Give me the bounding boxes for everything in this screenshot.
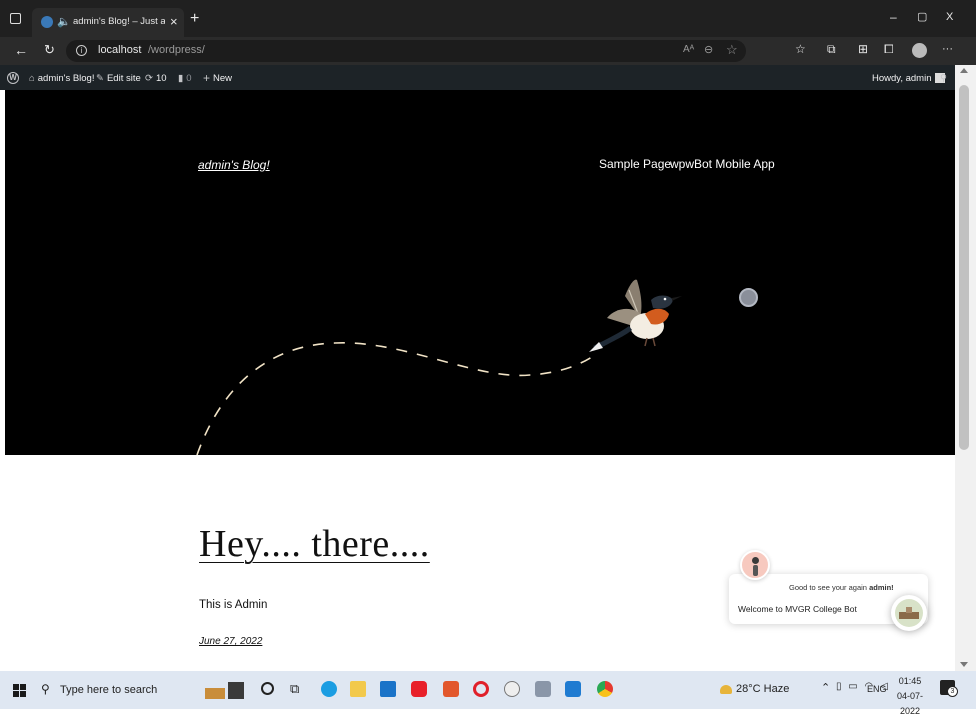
pencil-icon: ✎ [96, 72, 104, 84]
read-aloud-icon[interactable]: Aᴬ [683, 44, 694, 55]
language-indicator[interactable]: ENG [867, 684, 887, 694]
chatbot-launcher-button[interactable] [891, 595, 927, 631]
chrome-icon[interactable] [597, 681, 613, 697]
refresh-icon[interactable]: ↻ [44, 42, 55, 58]
new-label: New [213, 72, 233, 84]
weather-widget[interactable]: 28°C Haze [720, 683, 789, 695]
edit-site-label: Edit site [106, 72, 141, 84]
url-field[interactable]: i localhost /wordpress/ Aᴬ ⊖ ☆ [66, 40, 746, 62]
tab-title: admin's Blog! – Just anothe [73, 16, 165, 27]
app-circle-icon[interactable] [504, 681, 520, 697]
address-bar-row: ← ↻ i localhost /wordpress/ Aᴬ ⊖ ☆ ☆ ⧉ ⊞… [0, 37, 976, 65]
wordpress-logo-icon[interactable]: W [7, 71, 19, 85]
greeting-prefix: Good to see your again [789, 583, 870, 592]
comments-count: 0 [186, 72, 192, 84]
back-arrow-icon[interactable]: ← [14, 42, 28, 58]
youtube-icon[interactable] [411, 681, 427, 697]
updates-link[interactable]: ⟳ 10 [145, 71, 167, 85]
weather-text: 28°C Haze [736, 683, 790, 695]
dashed-flight-path [196, 342, 596, 455]
bot-avatar-icon [740, 550, 770, 580]
close-window-button[interactable]: X [946, 11, 953, 23]
post-title-link[interactable]: Hey.... there.... [199, 522, 430, 566]
admin-bar-search-icon[interactable]: ⚲ [940, 71, 947, 85]
vscode-icon[interactable] [565, 681, 581, 697]
decorative-globe-icon [739, 288, 758, 307]
zoom-icon[interactable]: ⊖ [704, 43, 713, 56]
notification-count-badge: 3 [947, 686, 958, 697]
office-icon[interactable] [443, 681, 459, 697]
extensions-icon[interactable]: ⧠ [884, 42, 894, 57]
more-menu-icon[interactable]: ··· [942, 43, 953, 55]
my-account-link[interactable]: Howdy, admin [872, 71, 945, 85]
howdy-label: Howdy, admin [872, 72, 932, 84]
updates-icon: ⟳ [145, 72, 153, 84]
admin-bar-site-name: admin's Blog! [37, 72, 95, 84]
restore-button[interactable]: ▢ [917, 10, 927, 23]
browser-tab-bar: 🔈 admin's Blog! – Just anothe × + – ▢ X [0, 0, 976, 37]
bird-illustration [589, 279, 682, 352]
favorite-star-icon[interactable]: ☆ [726, 42, 738, 58]
collections-icon[interactable]: ⊞ [858, 42, 868, 56]
clock-date: 04-07-2022 [896, 691, 923, 716]
comments-link[interactable]: ▮ 0 [178, 71, 192, 85]
split-screen-icon[interactable]: ⧉ [827, 42, 836, 57]
browser-tab[interactable]: 🔈 admin's Blog! – Just anothe × [32, 8, 184, 37]
favorites-icon[interactable]: ☆ [795, 42, 806, 56]
url-path: /wordpress/ [148, 44, 205, 56]
updates-count: 10 [155, 72, 167, 84]
clock-time: 01:45 [898, 676, 922, 686]
site-info-icon[interactable]: i [76, 45, 87, 56]
notification-center-icon[interactable]: 3 [940, 680, 958, 697]
post-excerpt: This is Admin [199, 599, 268, 611]
plus-icon: + [203, 71, 211, 85]
admin-bar-site-link[interactable]: ⌂ admin's Blog! [29, 71, 94, 85]
taskbar-search-placeholder: Type here to search [60, 684, 158, 696]
opera-icon[interactable] [473, 681, 489, 697]
wordpress-favicon-icon [41, 16, 53, 28]
scroll-thumb[interactable] [959, 85, 969, 450]
comment-bubble-icon: ▮ [178, 72, 184, 84]
chatbot-welcome: Welcome to MVGR College Bot [738, 604, 857, 614]
wp-admin-bar: W ⌂ admin's Blog! ✎ Edit site ⟳ 10 ▮ 0 +… [0, 65, 955, 90]
edge-browser-icon[interactable] [321, 681, 337, 697]
tab-close-icon[interactable]: × [170, 14, 178, 29]
home-icon: ⌂ [29, 72, 35, 84]
edit-site-button[interactable]: ✎ Edit site [96, 71, 141, 85]
scroll-down-arrow-icon[interactable] [960, 662, 968, 667]
site-header-hero: admin's Blog! Sample Page wpwBot Mobile … [5, 90, 955, 455]
windows-taskbar: ⚲ Type here to search ⧉ 28°C Haze ⌃ ▯ ▭ … [0, 671, 976, 716]
tab-actions-icon[interactable] [10, 13, 21, 24]
greeting-name: admin! [869, 583, 894, 592]
profile-avatar-icon[interactable] [912, 43, 927, 58]
windows-start-icon[interactable] [13, 684, 26, 697]
show-hidden-icons-chevron-icon[interactable]: ⌃ [821, 681, 830, 694]
cortana-icon[interactable] [261, 682, 274, 695]
search-icon: ⚲ [41, 682, 50, 696]
app-pen-icon[interactable] [535, 681, 551, 697]
audio-playing-icon[interactable]: 🔈 [57, 15, 71, 28]
url-host: localhost [98, 44, 142, 56]
new-tab-button[interactable]: + [190, 10, 199, 28]
scroll-up-arrow-icon[interactable] [960, 68, 968, 73]
file-explorer-icon[interactable] [350, 681, 366, 697]
chatbot-greeting: Good to see your again admin! [789, 583, 894, 592]
post-date-link[interactable]: June 27, 2022 [199, 636, 262, 647]
page-scrollbar[interactable] [955, 65, 976, 671]
college-building-icon [895, 599, 923, 627]
task-view-icon[interactable]: ⧉ [290, 681, 299, 697]
new-content-link[interactable]: + New [203, 71, 232, 85]
minimize-button[interactable]: – [890, 10, 897, 24]
news-widget-icon[interactable] [203, 679, 247, 701]
taskbar-search-box[interactable]: ⚲ Type here to search [36, 675, 196, 705]
mail-icon[interactable] [380, 681, 396, 697]
weather-haze-icon [720, 684, 732, 694]
clock[interactable]: 01:45 04-07-2022 [887, 674, 933, 719]
